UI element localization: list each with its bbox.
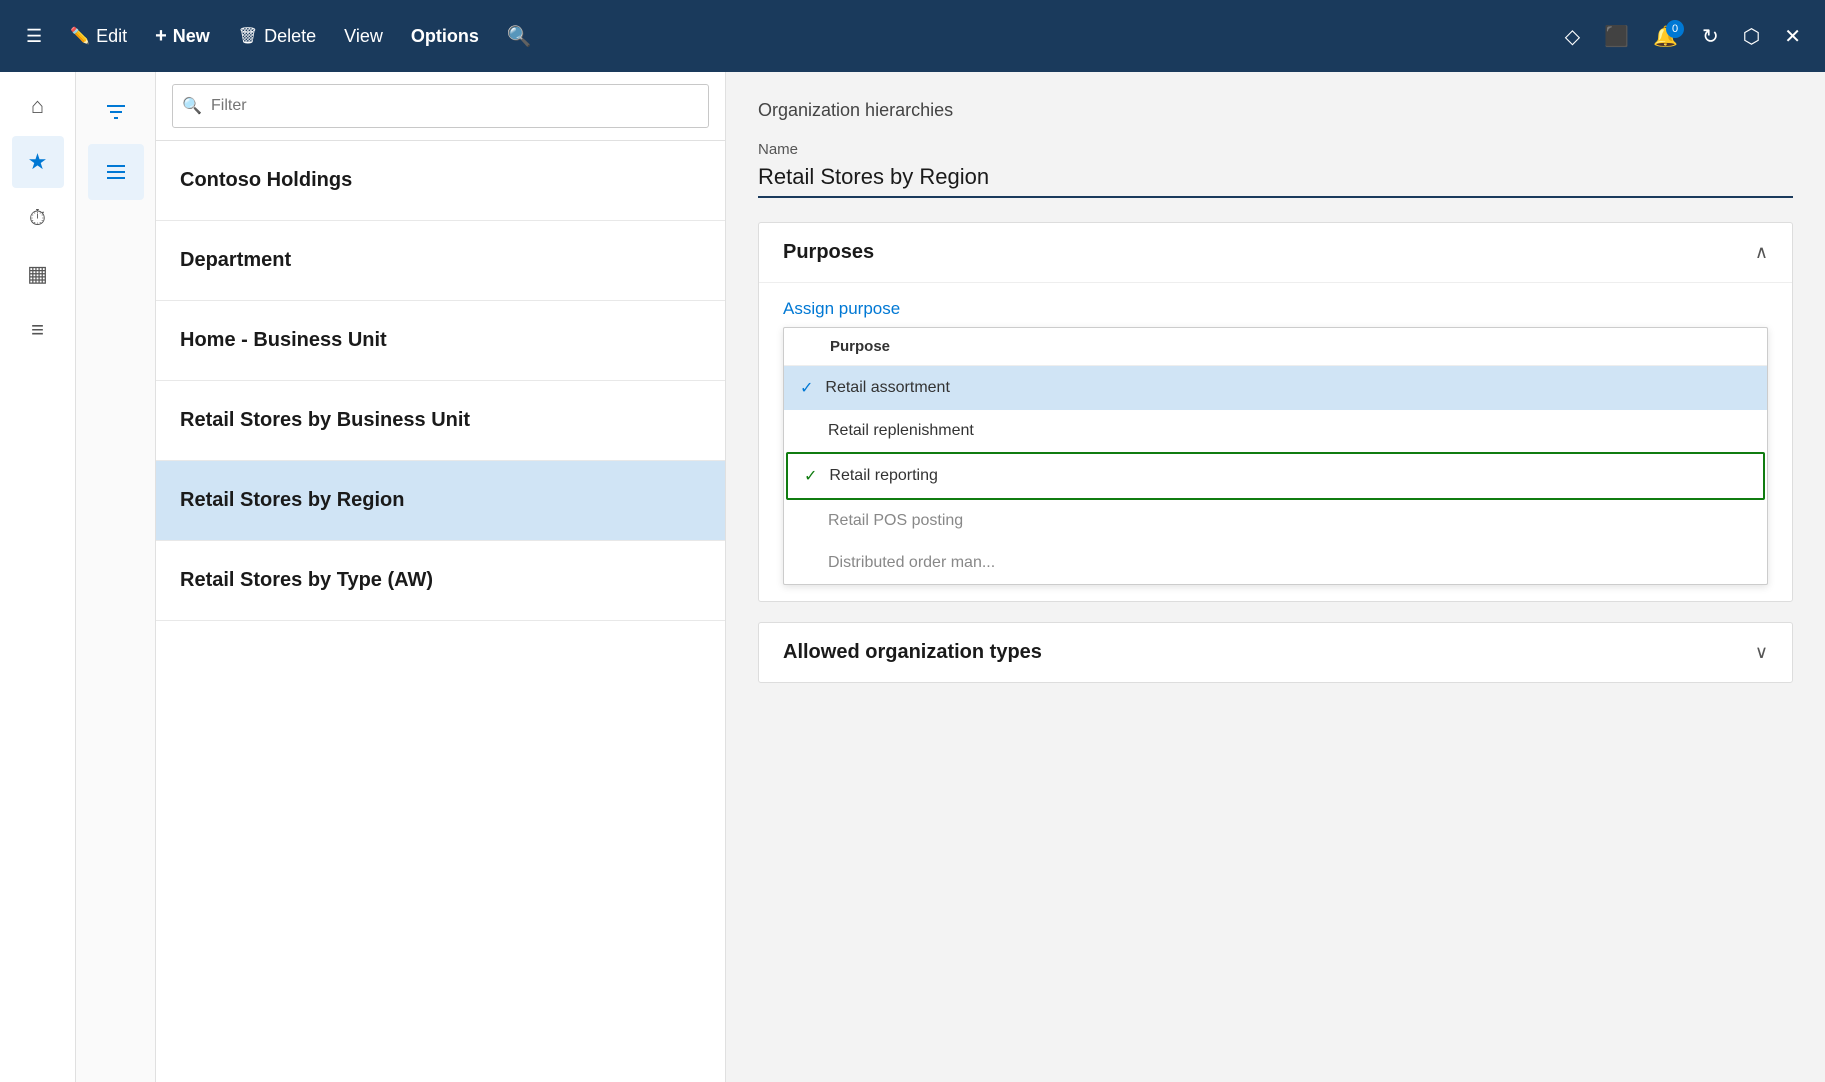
list-item[interactable]: Retail Stores by Business Unit (156, 381, 725, 461)
name-field-value: Retail Stores by Region (758, 164, 1793, 198)
close-icon[interactable]: ✕ (1776, 18, 1809, 55)
list-item[interactable]: Department (156, 221, 725, 301)
purposes-title: Purposes (783, 241, 874, 264)
sidebar-item-home[interactable]: ⌂ (12, 80, 64, 132)
detail-panel: Organization hierarchies Name Retail Sto… (726, 72, 1825, 1082)
refresh-icon[interactable]: ↻ (1694, 18, 1727, 55)
assign-purpose-link[interactable]: Assign purpose (783, 299, 900, 318)
options-button[interactable]: Options (401, 20, 489, 53)
purposes-card: Purposes ∧ Assign purpose Purpose (758, 222, 1793, 602)
notification-badge[interactable]: 🔔 0 (1645, 18, 1686, 55)
sidebar-icons: ⌂ ★ ⏱ ▦ ≡ (0, 72, 76, 1082)
edit-icon: ✏️ (70, 26, 90, 46)
external-link-icon[interactable]: ⬡ (1735, 18, 1768, 55)
title-bar: ☰ ✏️ Edit + New 🗑 Delete View Options 🔍 … (0, 0, 1825, 72)
purposes-collapse-icon[interactable]: ∧ (1755, 242, 1768, 263)
list-item[interactable]: Retail Stores by Type (AW) (156, 541, 725, 621)
list-item-selected[interactable]: Retail Stores by Region (156, 461, 725, 541)
new-button[interactable]: + New (145, 19, 220, 54)
plus-icon: + (155, 25, 167, 48)
purposes-card-body: Assign purpose Purpose ✓ Retail assortme… (759, 283, 1792, 601)
allowed-org-card: Allowed organization types ∨ (758, 622, 1793, 683)
search-wrapper: 🔍 (172, 84, 709, 128)
list-view-button[interactable] (88, 144, 144, 200)
purpose-item-distributed-order[interactable]: Distributed order man... (784, 542, 1767, 584)
sidebar-item-favorites[interactable]: ★ (12, 136, 64, 188)
purpose-item-retail-pos[interactable]: Retail POS posting (784, 500, 1767, 542)
list-items: Contoso Holdings Department Home - Busin… (156, 141, 725, 1082)
checkmark-green-icon: ✓ (804, 466, 817, 486)
hamburger-icon: ☰ (26, 26, 42, 47)
windows-icon[interactable]: ⬛ (1596, 18, 1637, 55)
section-title: Organization hierarchies (758, 100, 1793, 121)
purpose-item-retail-replenishment[interactable]: Retail replenishment (784, 410, 1767, 452)
purposes-dropdown: Purpose ✓ Retail assortment Retail reple… (783, 327, 1768, 585)
list-item[interactable]: Home - Business Unit (156, 301, 725, 381)
sidebar-item-calendar[interactable]: ▦ (12, 248, 64, 300)
edit-button[interactable]: ✏️ Edit (60, 20, 137, 53)
allowed-org-title: Allowed organization types (783, 641, 1042, 664)
name-field-label: Name (758, 141, 1793, 158)
purpose-item-retail-reporting[interactable]: ✓ Retail reporting (786, 452, 1765, 500)
hamburger-menu-button[interactable]: ☰ (16, 20, 52, 53)
main-layout: ⌂ ★ ⏱ ▦ ≡ 🔍 Contoso Holding (0, 72, 1825, 1082)
dropdown-header: Purpose (784, 328, 1767, 366)
purpose-item-retail-assortment[interactable]: ✓ Retail assortment (784, 366, 1767, 410)
sidebar-item-list[interactable]: ≡ (12, 304, 64, 356)
allowed-org-card-header: Allowed organization types ∨ (759, 623, 1792, 682)
search-button[interactable]: 🔍 (497, 18, 542, 55)
nav-panel (76, 72, 156, 1082)
checkmark-icon: ✓ (800, 378, 813, 398)
list-panel: 🔍 Contoso Holdings Department Home - Bus… (156, 72, 726, 1082)
diamond-icon[interactable]: ◇ (1557, 18, 1588, 55)
allowed-org-expand-icon[interactable]: ∨ (1755, 642, 1768, 663)
list-item[interactable]: Contoso Holdings (156, 141, 725, 221)
search-icon: 🔍 (507, 24, 532, 49)
purpose-col-header: Purpose (830, 338, 890, 355)
filter-button[interactable] (88, 84, 144, 140)
purposes-card-header: Purposes ∧ (759, 223, 1792, 283)
dropdown-list: Purpose ✓ Retail assortment Retail reple… (783, 327, 1768, 585)
list-search-area: 🔍 (156, 72, 725, 141)
sidebar-item-recent[interactable]: ⏱ (12, 192, 64, 244)
notification-count: 0 (1666, 20, 1684, 38)
search-input[interactable] (172, 84, 709, 128)
view-button[interactable]: View (334, 20, 393, 53)
delete-icon: 🗑 (238, 26, 258, 46)
delete-button[interactable]: 🗑 Delete (228, 20, 326, 53)
search-icon: 🔍 (182, 96, 202, 116)
